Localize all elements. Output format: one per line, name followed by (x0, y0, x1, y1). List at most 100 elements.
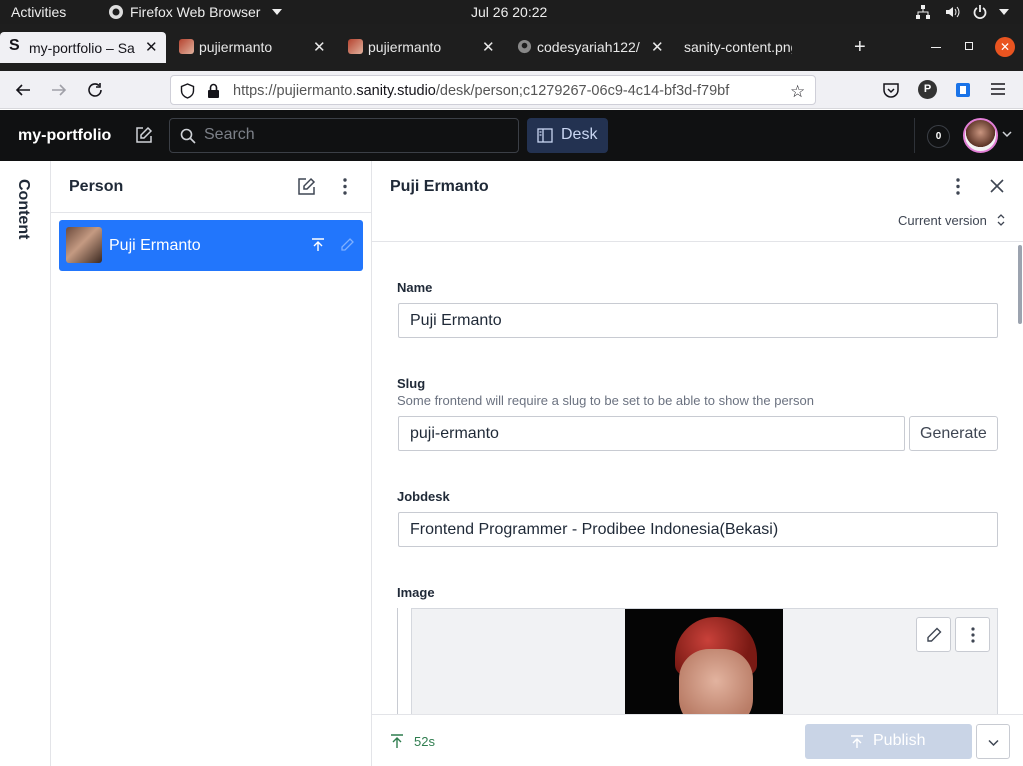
published-status-icon (311, 238, 325, 252)
publish-button[interactable]: Publish (805, 724, 972, 759)
hamburger-menu-icon[interactable] (990, 82, 1006, 96)
extension-icon[interactable] (955, 81, 971, 99)
close-tab-icon[interactable]: ✕ (482, 38, 495, 56)
close-tab-icon[interactable]: ✕ (313, 38, 326, 56)
studio-header: my-portfolio Desk 0 (0, 110, 1023, 161)
document-title: Puji Ermanto (390, 178, 489, 195)
person-pane-header: Person (51, 161, 371, 213)
bookmark-star-icon[interactable]: ☆ (790, 82, 805, 102)
url-prefix: https://pujiermanto. (233, 83, 357, 99)
browser-tab-strip: S my-portfolio – Sa ✕ pujiermanto ✕ puji… (0, 24, 1023, 71)
firefox-icon (108, 4, 124, 20)
clock[interactable]: Jul 26 20:22 (471, 4, 547, 20)
document-pane: Puji Ermanto Current version Name Puji E… (372, 161, 1023, 766)
close-tab-icon[interactable]: ✕ (145, 38, 158, 56)
search-input[interactable] (204, 126, 504, 144)
chevron-down-icon[interactable] (1002, 130, 1012, 138)
document-footer: 52s Publish (372, 714, 1023, 766)
volume-icon[interactable] (944, 4, 962, 20)
network-icon[interactable] (915, 4, 931, 20)
list-item-title: Puji Ermanto (109, 237, 201, 254)
name-field-label: Name (397, 280, 433, 295)
draft-status-icon (340, 238, 354, 252)
image-field[interactable] (411, 608, 998, 718)
new-tab-button[interactable]: + (854, 36, 866, 59)
document-menu-icon[interactable] (956, 178, 960, 195)
sanity-favicon-icon: S (9, 37, 20, 54)
name-field-value: Puji Ermanto (410, 312, 502, 329)
project-title[interactable]: my-portfolio (18, 127, 111, 145)
url-domain: sanity.studio (356, 83, 436, 99)
tab-label: sanity-content.png ( (684, 39, 792, 55)
maximize-window-button[interactable] (965, 42, 973, 50)
desk-tool-button[interactable]: Desk (527, 118, 608, 153)
generate-label: Generate (920, 425, 987, 442)
close-tab-icon[interactable]: ✕ (651, 38, 664, 56)
power-icon[interactable] (972, 4, 988, 20)
activities-button[interactable]: Activities (11, 4, 66, 20)
compose-icon[interactable] (134, 126, 153, 145)
publish-label: Publish (873, 732, 926, 749)
name-field[interactable]: Puji Ermanto (398, 303, 998, 338)
person-thumbnail (66, 227, 102, 263)
jobdesk-field[interactable]: Frontend Programmer - Prodibee Indonesia… (398, 512, 998, 547)
tab-codesyariah[interactable]: codesyariah122/ ✕ (508, 31, 671, 65)
slug-field[interactable]: puji-ermanto (398, 416, 905, 451)
tab-label: my-portfolio – Sa (29, 40, 135, 56)
create-new-document-icon[interactable] (297, 177, 316, 196)
system-menu-caret-icon[interactable] (999, 9, 1009, 15)
system-top-bar: Activities Firefox Web Browser Jul 26 20… (0, 0, 1023, 24)
notification-count-badge[interactable]: 0 (927, 125, 950, 148)
tab-pujiermanto-1[interactable]: pujiermanto ✕ (170, 31, 333, 65)
slug-field-value: puji-ermanto (410, 425, 499, 442)
jobdesk-field-value: Frontend Programmer - Prodibee Indonesia… (410, 521, 779, 538)
person-list-pane: Person Puji Ermanto (51, 161, 372, 766)
version-selector[interactable]: Current version (898, 213, 987, 228)
content-rail-label[interactable]: Content (14, 179, 32, 239)
back-arrow-icon[interactable] (14, 81, 32, 99)
url-suffix: /desk/person;c1279267-06c9-4c14-bf3d-f79… (435, 83, 730, 99)
pane-menu-icon[interactable] (343, 178, 347, 195)
image-field-border (397, 608, 398, 718)
edit-image-button[interactable] (916, 617, 951, 652)
desk-label: Desk (561, 126, 598, 143)
tab-label: codesyariah122/ (537, 39, 640, 55)
chevron-up-down-icon[interactable] (997, 213, 1005, 227)
search-box[interactable] (169, 118, 519, 153)
reload-icon[interactable] (86, 81, 104, 99)
shield-icon[interactable] (180, 83, 195, 99)
profile-icon[interactable]: P (918, 80, 937, 99)
document-header: Puji Ermanto Current version (372, 161, 1023, 242)
slug-field-label: Slug (397, 376, 426, 391)
url-bar[interactable]: https://pujiermanto.sanity.studio/desk/p… (170, 75, 816, 105)
slug-field-description: Some frontend will require a slug to be … (397, 393, 814, 408)
desk-icon (537, 128, 553, 143)
close-window-button[interactable]: ✕ (995, 37, 1015, 57)
github-icon (517, 39, 532, 54)
forward-arrow-icon[interactable] (50, 81, 68, 99)
image-face-shape (679, 649, 753, 715)
minimize-window-button[interactable] (931, 47, 941, 48)
app-menu[interactable]: Firefox Web Browser (130, 4, 260, 20)
published-status-icon[interactable] (390, 734, 404, 749)
generate-slug-button[interactable]: Generate (909, 416, 998, 451)
image-field-label: Image (397, 585, 435, 600)
chevron-down-icon (988, 739, 999, 747)
tab-pujiermanto-2[interactable]: pujiermanto ✕ (339, 31, 502, 65)
tab-label: pujiermanto (199, 39, 273, 55)
publish-options-button[interactable] (976, 724, 1010, 759)
image-menu-button[interactable] (955, 617, 990, 652)
lock-icon[interactable] (207, 83, 220, 99)
header-divider (914, 118, 915, 153)
collapsed-content-rail[interactable]: Content (0, 161, 51, 766)
pencil-icon (926, 627, 942, 643)
user-avatar[interactable] (963, 118, 998, 153)
jobdesk-field-label: Jobdesk (397, 489, 450, 504)
pane-title: Person (69, 178, 124, 195)
tab-sanity-content-png[interactable]: sanity-content.png ( (677, 31, 837, 65)
list-item[interactable]: Puji Ermanto (59, 220, 363, 271)
tab-my-portfolio[interactable]: S my-portfolio – Sa ✕ (0, 32, 166, 63)
pocket-icon[interactable] (882, 81, 900, 99)
scrollbar[interactable] (1018, 245, 1022, 324)
close-icon[interactable] (990, 179, 1004, 193)
